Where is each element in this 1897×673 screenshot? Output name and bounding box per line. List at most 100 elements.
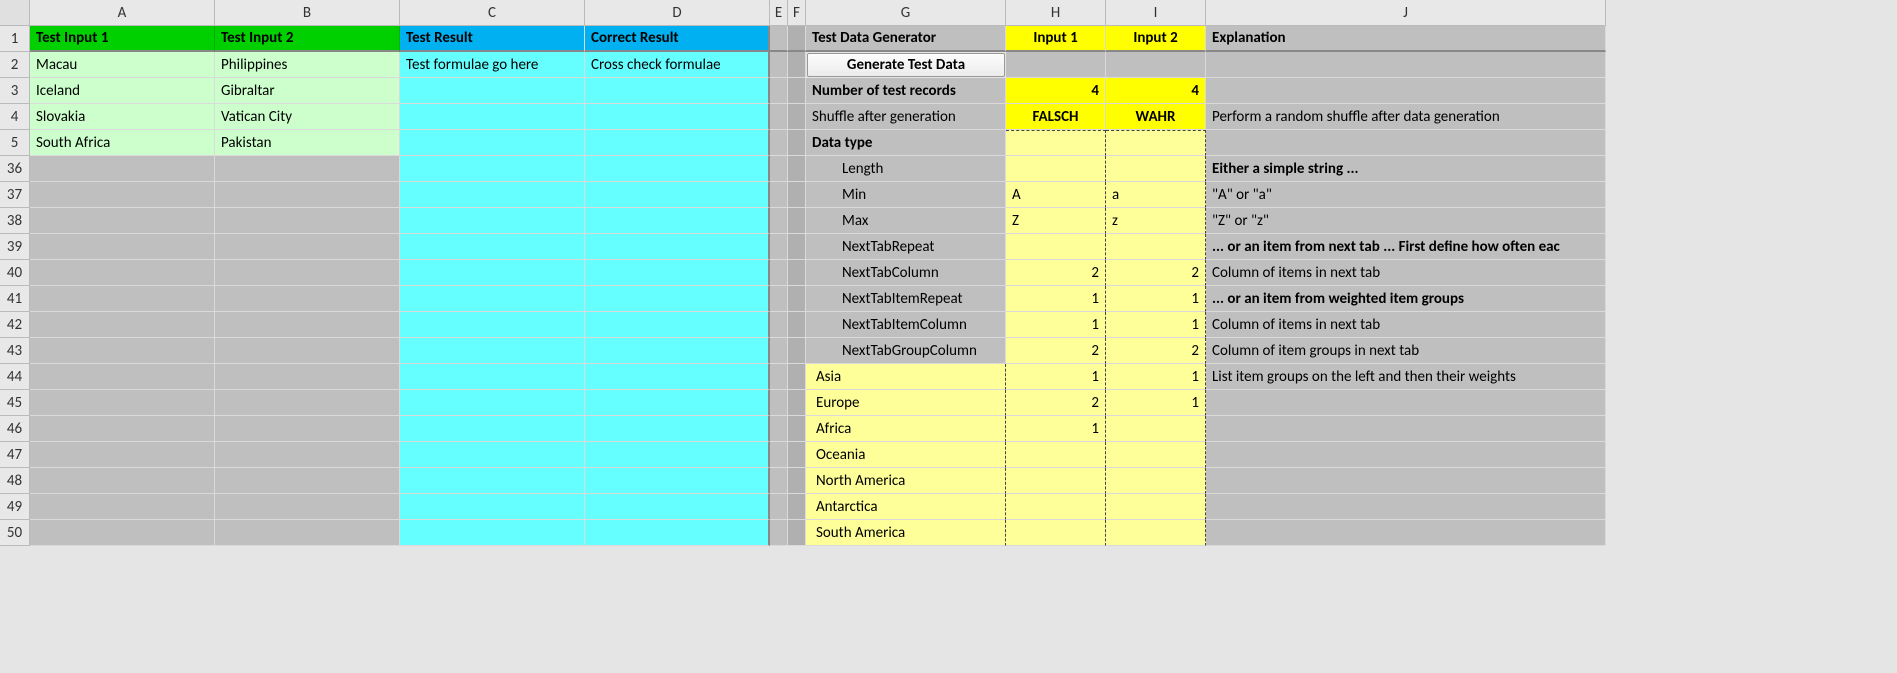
param-i-46[interactable] [1106, 416, 1206, 442]
cell-b43[interactable] [215, 338, 400, 364]
param-i-41[interactable]: 1 [1106, 286, 1206, 312]
col-header-J[interactable]: J [1206, 0, 1606, 26]
row-header-3[interactable]: 3 [0, 78, 30, 104]
cell-c50[interactable] [400, 520, 585, 546]
cell-c42[interactable] [400, 312, 585, 338]
cell-b3[interactable]: Gibraltar [215, 78, 400, 104]
param-i-48[interactable] [1106, 468, 1206, 494]
cell-e40[interactable] [770, 260, 788, 286]
cell-c3[interactable] [400, 78, 585, 104]
cell-f36[interactable] [788, 156, 806, 182]
param-label-43[interactable]: NextTabGroupColumn [806, 338, 1006, 364]
cell-b5[interactable]: Pakistan [215, 130, 400, 156]
cell-c46[interactable] [400, 416, 585, 442]
cell-e2[interactable] [770, 52, 788, 78]
param-i-42[interactable]: 1 [1106, 312, 1206, 338]
value-records-input2[interactable]: 4 [1106, 78, 1206, 104]
cell-j3[interactable] [1206, 78, 1606, 104]
cell-e3[interactable] [770, 78, 788, 104]
cell-c49[interactable] [400, 494, 585, 520]
cell-d43[interactable] [585, 338, 770, 364]
param-i-43[interactable]: 2 [1106, 338, 1206, 364]
cell-a2[interactable]: Macau [30, 52, 215, 78]
cell-c45[interactable] [400, 390, 585, 416]
cell-b46[interactable] [215, 416, 400, 442]
cell-b45[interactable] [215, 390, 400, 416]
cell-f2[interactable] [788, 52, 806, 78]
cell-b36[interactable] [215, 156, 400, 182]
param-i-49[interactable] [1106, 494, 1206, 520]
cell-a41[interactable] [30, 286, 215, 312]
cell-e49[interactable] [770, 494, 788, 520]
cell-d46[interactable] [585, 416, 770, 442]
cell-b42[interactable] [215, 312, 400, 338]
cell-e48[interactable] [770, 468, 788, 494]
cell-c38[interactable] [400, 208, 585, 234]
cell-e50[interactable] [770, 520, 788, 546]
cell-h5[interactable] [1006, 130, 1106, 156]
param-i-36[interactable] [1106, 156, 1206, 182]
cell-b39[interactable] [215, 234, 400, 260]
cell-e4[interactable] [770, 104, 788, 130]
row-header-45[interactable]: 45 [0, 390, 30, 416]
param-label-39[interactable]: NextTabRepeat [806, 234, 1006, 260]
row-header-48[interactable]: 48 [0, 468, 30, 494]
cell-a47[interactable] [30, 442, 215, 468]
param-h-41[interactable]: 1 [1006, 286, 1106, 312]
cell-c36[interactable] [400, 156, 585, 182]
param-label-41[interactable]: NextTabItemRepeat [806, 286, 1006, 312]
cell-c2[interactable]: Test formulae go here [400, 52, 585, 78]
param-i-40[interactable]: 2 [1106, 260, 1206, 286]
row-header-49[interactable]: 49 [0, 494, 30, 520]
param-h-50[interactable] [1006, 520, 1106, 546]
cell-d39[interactable] [585, 234, 770, 260]
cell-d44[interactable] [585, 364, 770, 390]
row-header-1[interactable]: 1 [0, 26, 30, 52]
col-header-A[interactable]: A [30, 0, 215, 26]
cell-f49[interactable] [788, 494, 806, 520]
row-header-42[interactable]: 42 [0, 312, 30, 338]
param-label-50[interactable]: South America [806, 520, 1006, 546]
param-h-37[interactable]: A [1006, 182, 1106, 208]
param-h-43[interactable]: 2 [1006, 338, 1106, 364]
param-label-48[interactable]: North America [806, 468, 1006, 494]
cell-f40[interactable] [788, 260, 806, 286]
row-header-43[interactable]: 43 [0, 338, 30, 364]
col-header-G[interactable]: G [806, 0, 1006, 26]
cell-d3[interactable] [585, 78, 770, 104]
row-header-38[interactable]: 38 [0, 208, 30, 234]
cell-d5[interactable] [585, 130, 770, 156]
param-h-45[interactable]: 2 [1006, 390, 1106, 416]
cell-b4[interactable]: Vatican City [215, 104, 400, 130]
param-label-45[interactable]: Europe [806, 390, 1006, 416]
cell-a43[interactable] [30, 338, 215, 364]
cell-b47[interactable] [215, 442, 400, 468]
cell-a5[interactable]: South Africa [30, 130, 215, 156]
row-header-46[interactable]: 46 [0, 416, 30, 442]
param-label-42[interactable]: NextTabItemColumn [806, 312, 1006, 338]
cell-d4[interactable] [585, 104, 770, 130]
cell-d47[interactable] [585, 442, 770, 468]
param-h-36[interactable] [1006, 156, 1106, 182]
param-i-38[interactable]: z [1106, 208, 1206, 234]
row-header-39[interactable]: 39 [0, 234, 30, 260]
cell-e5[interactable] [770, 130, 788, 156]
cell-d38[interactable] [585, 208, 770, 234]
param-label-37[interactable]: Min [806, 182, 1006, 208]
cell-h2[interactable] [1006, 52, 1106, 78]
cell-c40[interactable] [400, 260, 585, 286]
cell-c41[interactable] [400, 286, 585, 312]
param-label-40[interactable]: NextTabColumn [806, 260, 1006, 286]
cell-f41[interactable] [788, 286, 806, 312]
row-header-37[interactable]: 37 [0, 182, 30, 208]
cell-a3[interactable]: Iceland [30, 78, 215, 104]
cell-c43[interactable] [400, 338, 585, 364]
cell-e36[interactable] [770, 156, 788, 182]
param-h-44[interactable]: 1 [1006, 364, 1106, 390]
cell-f37[interactable] [788, 182, 806, 208]
cell-e47[interactable] [770, 442, 788, 468]
col-header-D[interactable]: D [585, 0, 770, 26]
cell-d41[interactable] [585, 286, 770, 312]
cell-a40[interactable] [30, 260, 215, 286]
row-header-47[interactable]: 47 [0, 442, 30, 468]
